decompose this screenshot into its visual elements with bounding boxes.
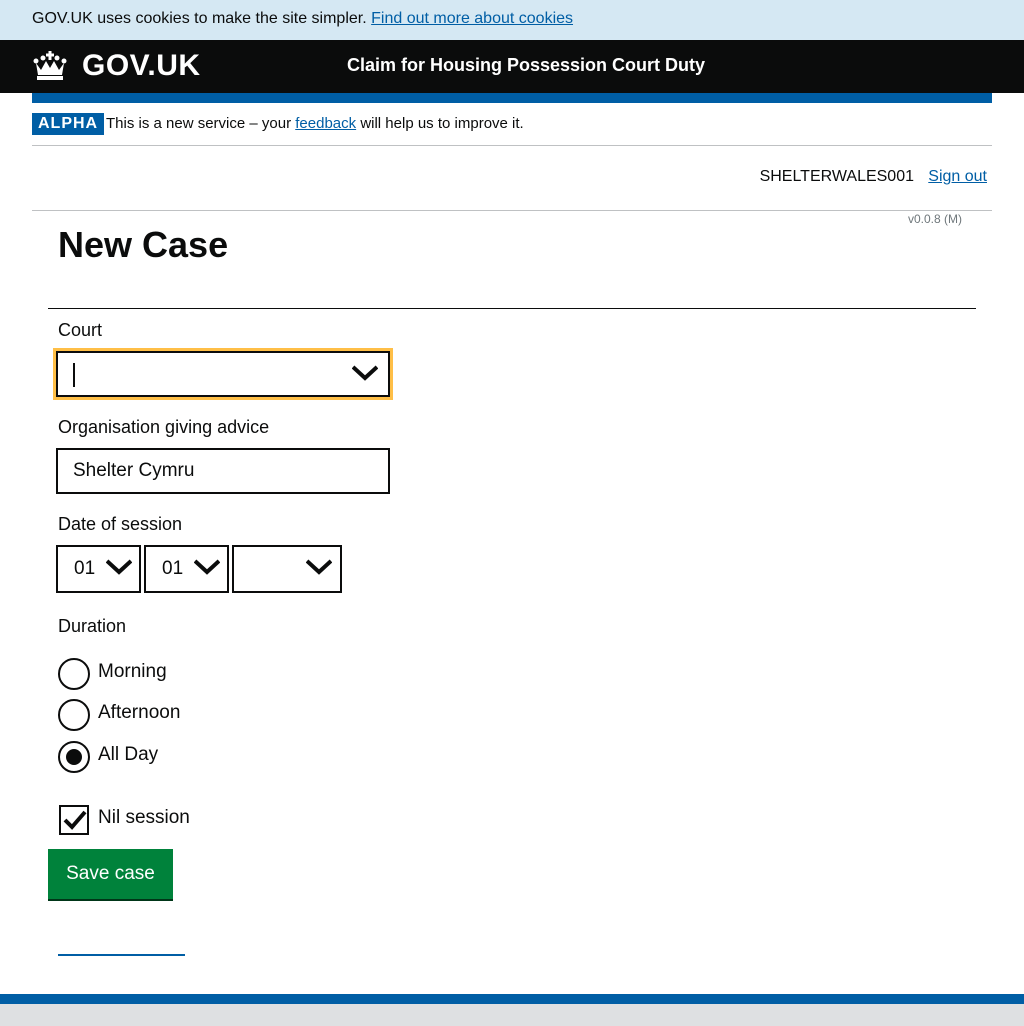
sign-out-link[interactable]: Sign out xyxy=(928,167,987,187)
cookie-info-link[interactable]: Find out more about cookies xyxy=(371,10,573,27)
all-day-radio-label[interactable]: All Day xyxy=(98,743,158,767)
afternoon-radio-label[interactable]: Afternoon xyxy=(98,701,180,725)
day-select-value: 01 xyxy=(74,558,96,579)
phase-message: This is a new service – your feedback wi… xyxy=(106,115,524,133)
afternoon-radio[interactable] xyxy=(58,699,90,731)
page-title: New Case xyxy=(58,224,229,265)
court-select[interactable] xyxy=(53,348,393,400)
year-select[interactable] xyxy=(232,545,342,593)
nil-session-checkbox[interactable] xyxy=(59,805,89,835)
duration-label: Duration xyxy=(58,616,127,636)
cookie-banner: GOV.UK uses cookies to make the site sim… xyxy=(0,0,1024,40)
header-stripe xyxy=(32,93,992,103)
username: SHELTERWALES001 xyxy=(759,168,914,185)
cookie-message: GOV.UK uses cookies to make the site sim… xyxy=(32,10,573,28)
user-bar: SHELTERWALES001 Sign out xyxy=(32,146,992,211)
phase-banner: ALPHA This is a new service – your feedb… xyxy=(32,103,992,146)
month-select-value: 01 xyxy=(162,558,184,579)
version-label: v0.0.8 (M) xyxy=(907,212,962,226)
crown-icon xyxy=(33,51,67,80)
nil-session-label[interactable]: Nil session xyxy=(98,806,190,830)
title-divider xyxy=(48,308,976,309)
service-name-link[interactable]: Claim for Housing Possession Court Duty xyxy=(347,53,705,77)
organisation-label: Organisation giving advice xyxy=(58,417,270,437)
day-select[interactable]: 01 xyxy=(56,545,141,593)
save-case-button[interactable]: Save case xyxy=(48,849,173,901)
govuk-logo-link[interactable]: GOV.UK xyxy=(82,48,201,84)
phase-text-after: will help us to improve it. xyxy=(360,115,524,132)
morning-radio-label[interactable]: Morning xyxy=(98,660,167,684)
phase-text-before: This is a new service – your xyxy=(106,115,292,132)
month-select[interactable]: 01 xyxy=(144,545,229,593)
chevron-down-icon xyxy=(306,559,332,575)
chevron-down-icon xyxy=(106,559,132,575)
chevron-down-icon xyxy=(194,559,220,575)
feedback-link[interactable]: feedback xyxy=(295,115,356,132)
date-label: Date of session xyxy=(58,514,183,534)
morning-radio[interactable] xyxy=(58,658,90,690)
radio-selected-dot xyxy=(66,749,82,765)
checkmark-icon xyxy=(63,810,87,830)
bottom-rule xyxy=(58,954,185,956)
all-day-radio[interactable] xyxy=(58,741,90,773)
court-label: Court xyxy=(58,320,103,340)
phase-tag: ALPHA xyxy=(32,113,105,135)
site-header: GOV.UK Claim for Housing Possession Cour… xyxy=(0,40,1024,93)
site-footer xyxy=(0,1004,1024,1026)
text-cursor xyxy=(73,363,75,387)
cookie-text: GOV.UK uses cookies to make the site sim… xyxy=(32,10,367,27)
footer-stripe xyxy=(0,994,1024,1004)
organisation-input[interactable] xyxy=(56,448,390,494)
chevron-down-icon xyxy=(352,365,378,381)
